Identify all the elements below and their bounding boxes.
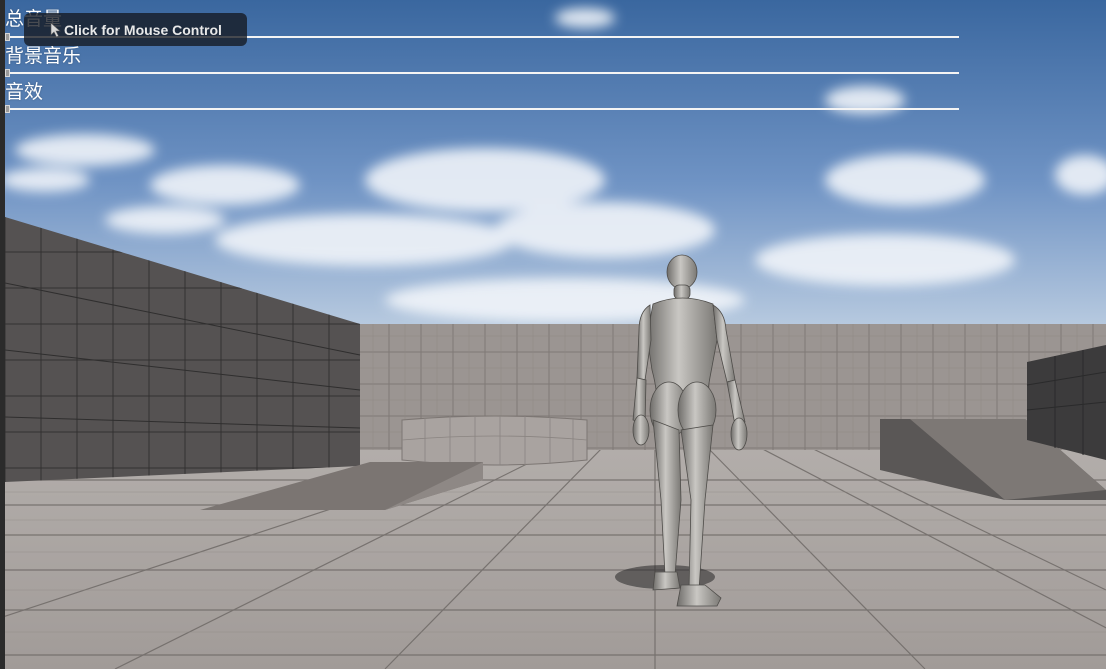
sfx-volume-label: 音效 bbox=[5, 81, 44, 103]
music-volume-label: 背景音乐 bbox=[5, 45, 82, 67]
sfx-volume-slider-handle[interactable] bbox=[5, 105, 10, 113]
mouse-control-button[interactable]: Click for Mouse Control bbox=[24, 13, 247, 46]
mouse-control-label: Click for Mouse Control bbox=[64, 21, 222, 38]
master-volume-slider-handle[interactable] bbox=[5, 33, 10, 41]
music-volume-slider-track[interactable] bbox=[5, 72, 959, 74]
sfx-volume-slider-track[interactable] bbox=[5, 108, 959, 110]
pointer-cursor-icon bbox=[50, 22, 61, 38]
game-viewport[interactable]: 总音量 背景音乐 音效 bbox=[5, 0, 1106, 669]
music-volume-slider-handle[interactable] bbox=[5, 69, 10, 77]
3d-scene bbox=[5, 0, 1106, 669]
